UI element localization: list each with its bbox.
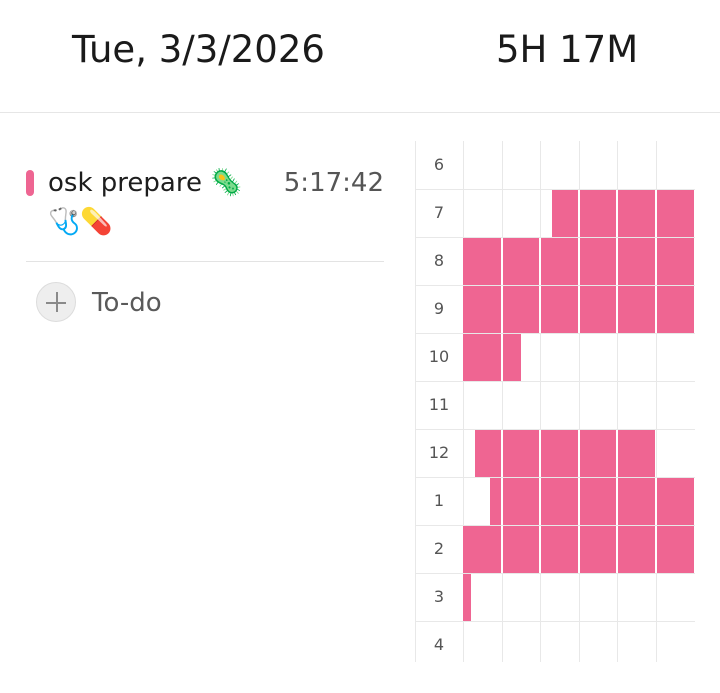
task-duration: 5:17:42 <box>283 168 384 198</box>
hour-label: 7 <box>433 203 445 222</box>
block-separator <box>654 478 657 525</box>
time-block[interactable] <box>489 478 694 525</box>
header: Tue, 3/3/2026 5H 17M <box>0 0 720 113</box>
time-block[interactable] <box>463 574 471 621</box>
block-separator <box>577 190 580 237</box>
row-separator <box>463 188 694 190</box>
block-separator <box>654 238 657 285</box>
hour-label: 6 <box>433 155 445 174</box>
block-separator <box>539 478 541 525</box>
block-separator <box>500 430 503 477</box>
block-separator <box>616 526 618 573</box>
row-separator <box>463 380 694 382</box>
block-separator <box>577 286 580 333</box>
hour-label: 11 <box>428 395 450 414</box>
hour-label: 1 <box>433 491 445 510</box>
task-item[interactable]: osk prepare 🦠 5:17:42 🩺💊 <box>26 164 384 260</box>
block-separator <box>577 478 580 525</box>
row-separator <box>463 620 694 622</box>
row-separator <box>463 332 694 334</box>
block-separator <box>539 430 541 477</box>
block-separator <box>616 478 618 525</box>
timeline-grid[interactable]: 6 7 8 9 10 11 12 1 2 3 4 <box>415 141 695 662</box>
block-separator <box>654 286 657 333</box>
grid-line <box>415 141 416 662</box>
hour-label: 10 <box>428 347 450 366</box>
grid-line <box>501 141 503 662</box>
hour-label: 9 <box>433 299 445 318</box>
block-separator <box>539 238 541 285</box>
block-separator <box>616 238 618 285</box>
block-separator <box>500 334 503 381</box>
grid-line <box>540 141 541 662</box>
add-todo-button[interactable]: To-do <box>36 282 276 324</box>
block-separator <box>500 526 503 573</box>
task-title: osk prepare 🦠 <box>48 168 243 198</box>
date-title[interactable]: Tue, 3/3/2026 <box>72 26 325 74</box>
block-separator <box>654 526 657 573</box>
block-separator <box>577 430 580 477</box>
divider <box>26 261 384 262</box>
hour-label: 8 <box>433 251 445 270</box>
row-separator <box>463 428 694 430</box>
block-separator <box>616 286 618 333</box>
time-block[interactable] <box>551 190 694 237</box>
hour-label: 12 <box>428 443 450 462</box>
row-separator <box>463 236 694 238</box>
block-separator <box>539 286 541 333</box>
block-separator <box>577 238 580 285</box>
block-separator <box>539 526 541 573</box>
row-separator <box>463 476 694 478</box>
row-separator <box>463 284 694 286</box>
todo-label: To-do <box>92 288 162 318</box>
row-separator <box>463 572 694 574</box>
hour-label: 2 <box>433 539 445 558</box>
plus-icon <box>36 282 76 322</box>
task-color-bar <box>26 170 34 196</box>
block-separator <box>500 286 503 333</box>
block-separator <box>500 238 503 285</box>
block-separator <box>654 190 657 237</box>
task-emojis: 🩺💊 <box>48 207 113 237</box>
time-block[interactable] <box>463 334 521 381</box>
block-separator <box>616 190 618 237</box>
total-duration: 5H 17M <box>496 28 639 71</box>
hour-label: 4 <box>433 635 445 654</box>
block-separator <box>500 478 503 525</box>
row-separator <box>463 524 694 526</box>
block-separator <box>616 430 618 477</box>
block-separator <box>577 526 580 573</box>
hour-label: 3 <box>433 587 445 606</box>
